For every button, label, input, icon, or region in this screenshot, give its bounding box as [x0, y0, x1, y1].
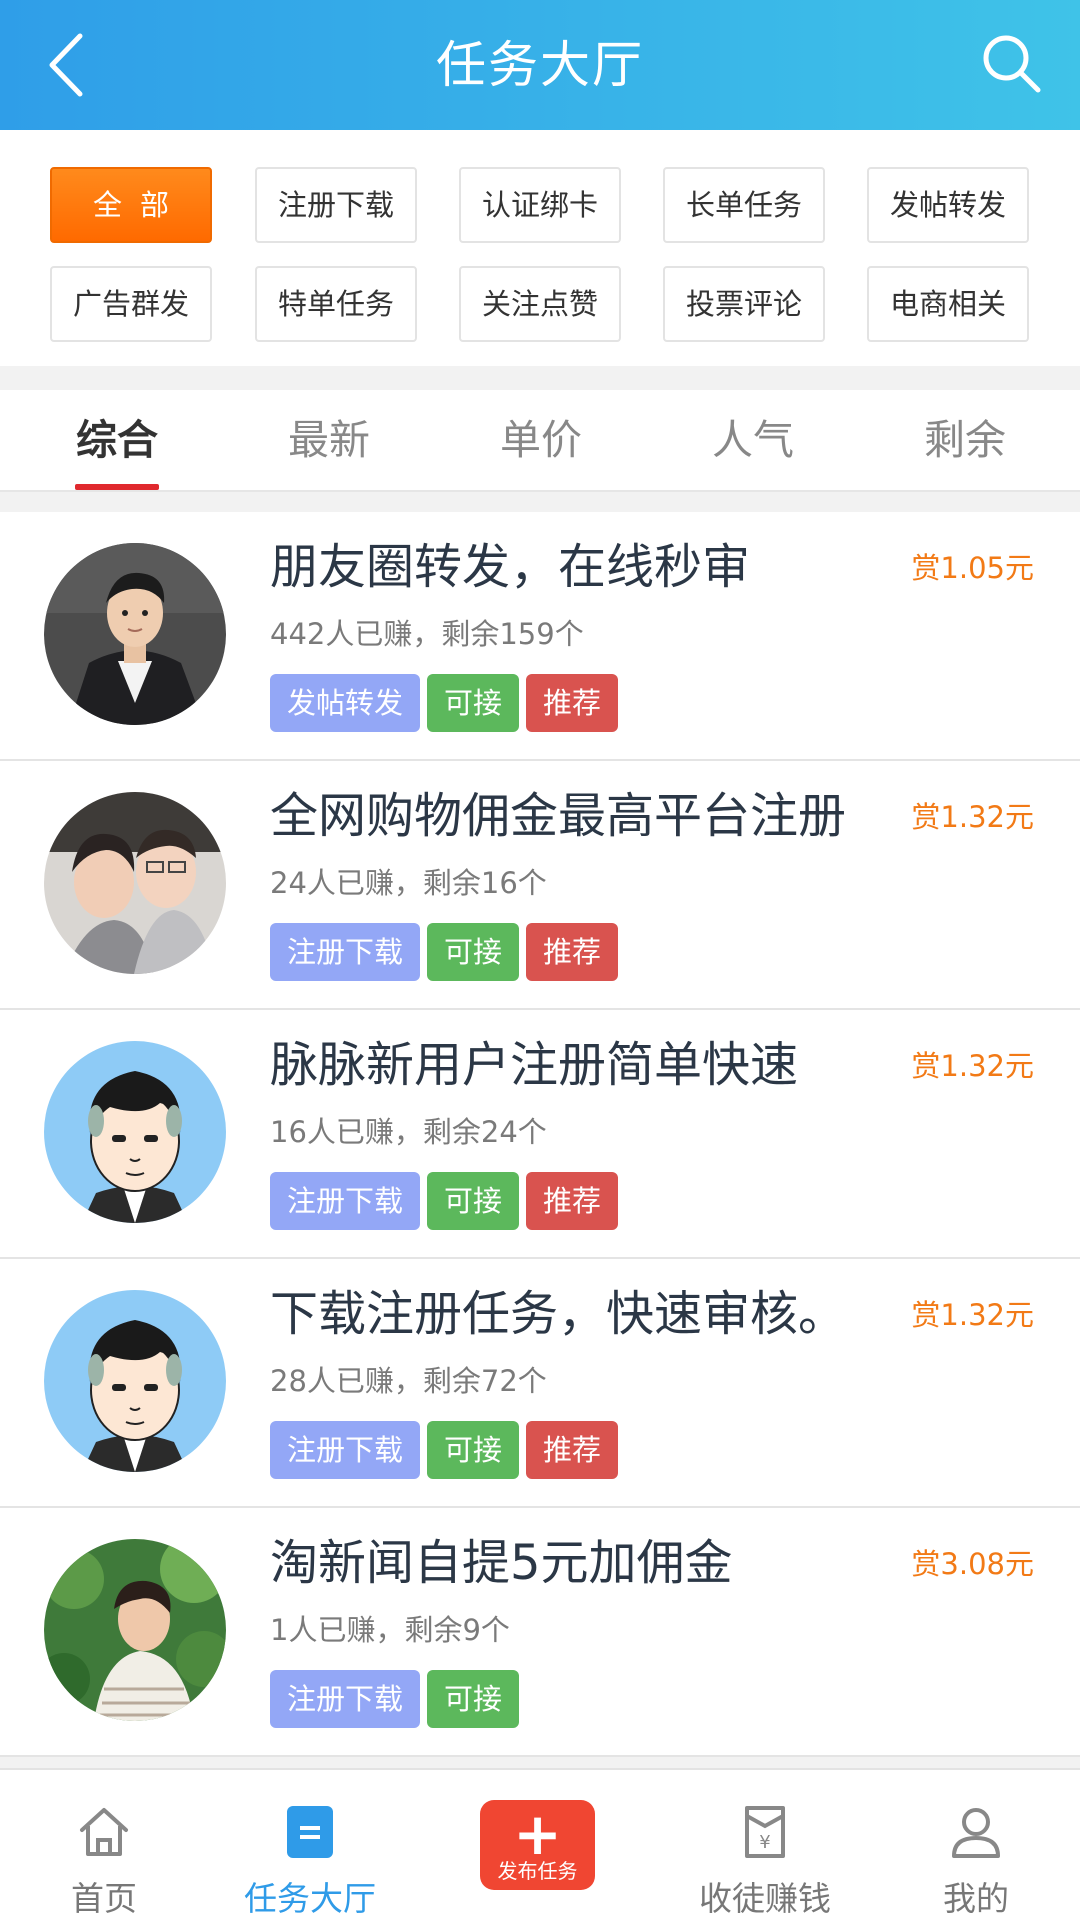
home-icon [80, 1808, 128, 1856]
task-tags: 发帖转发 可接 推荐 [270, 674, 625, 732]
task-tags: 注册下载 可接 推荐 [270, 1172, 625, 1230]
task-tags: 注册下载 可接 推荐 [270, 1421, 625, 1479]
nav-label: 收徒赚钱 [699, 1879, 831, 1918]
page-title: 任务大厅 [436, 36, 644, 94]
avatar [44, 1539, 226, 1721]
category-tag: 注册下载 [270, 1670, 421, 1728]
tab-popularity[interactable]: 人气 [688, 390, 818, 490]
available-tag: 可接 [427, 674, 520, 732]
task-stats: 16人已赚，剩余24个 [270, 1115, 547, 1149]
task-title: 朋友圈转发，在线秒审 [270, 539, 751, 595]
avatar [44, 1290, 226, 1472]
nav-label: 首页 [71, 1879, 137, 1918]
task-hall-icon [287, 1806, 333, 1858]
category-tag: 发帖转发 [270, 674, 421, 732]
task-hall-screen: 任务大厅 全部 注册下载 认证绑卡 长单任务 发帖转发 广告群发 特单任务 关注… [0, 0, 1080, 1920]
tab-unit-price[interactable]: 单价 [476, 390, 606, 490]
task-list: 朋友圈转发，在线秒审 442人已赚，剩余159个 赏1.05元 发帖转发 可接 推荐 [0, 512, 1080, 1757]
task-stats: 24人已赚，剩余16个 [270, 866, 547, 900]
available-tag: 可接 [427, 1670, 520, 1728]
active-tab-indicator [75, 484, 159, 490]
nav-label: 任务大厅 [244, 1879, 376, 1918]
category-ecommerce[interactable]: 电商相关 [867, 266, 1029, 342]
recommended-tag: 推荐 [526, 1172, 619, 1230]
category-tag: 注册下载 [270, 1172, 421, 1230]
publish-task-button[interactable]: + 发布任务 [480, 1800, 595, 1890]
plus-icon: + [513, 1800, 562, 1868]
man-in-suit-photo [44, 543, 226, 725]
available-tag: 可接 [427, 1172, 520, 1230]
recommended-tag: 推荐 [526, 1421, 619, 1479]
task-title: 全网购物佣金最高平台注册 [270, 788, 847, 844]
svg-text:¥: ¥ [759, 1832, 770, 1853]
search-icon [983, 35, 1041, 93]
search-button[interactable] [972, 24, 1052, 104]
category-post-forward[interactable]: 发帖转发 [867, 167, 1029, 243]
category-long-task[interactable]: 长单任务 [663, 167, 825, 243]
category-special-task[interactable]: 特单任务 [255, 266, 417, 342]
task-row[interactable]: 淘新闻自提5元加佣金 1人已赚，剩余9个 赏3.08元 注册下载 可接 [0, 1508, 1080, 1757]
tab-comprehensive[interactable]: 综合 [52, 390, 182, 490]
category-verify-bind-card[interactable]: 认证绑卡 [459, 167, 621, 243]
nav-label: 我的 [943, 1879, 1009, 1918]
category-follow-like[interactable]: 关注点赞 [459, 266, 621, 342]
couple-photo [44, 792, 226, 974]
available-tag: 可接 [427, 923, 520, 981]
category-tag: 注册下载 [270, 923, 421, 981]
task-title: 脉脉新用户注册简单快速 [270, 1037, 799, 1093]
user-icon [952, 1808, 1000, 1858]
avatar [44, 543, 226, 725]
category-all[interactable]: 全部 [50, 167, 212, 243]
publish-label: 发布任务 [497, 1859, 578, 1883]
task-stats: 442人已赚，剩余159个 [270, 617, 584, 651]
money-bag-icon: ¥ [745, 1806, 785, 1858]
category-tag: 注册下载 [270, 1421, 421, 1479]
nav-home[interactable]: 首页 [40, 1770, 168, 1920]
woman-in-garden-photo [44, 1539, 226, 1721]
task-reward: 赏1.32元 [911, 1298, 1034, 1332]
tab-latest[interactable]: 最新 [264, 390, 394, 490]
avatar [44, 792, 226, 974]
tab-remaining[interactable]: 剩余 [900, 390, 1030, 490]
task-title: 淘新闻自提5元加佣金 [270, 1535, 733, 1591]
task-tags: 注册下载 可接 推荐 [270, 923, 625, 981]
nav-task-hall[interactable]: 任务大厅 [240, 1770, 380, 1920]
recommended-tag: 推荐 [526, 923, 619, 981]
cartoon-man-avatar [44, 1290, 226, 1472]
category-register-download[interactable]: 注册下载 [255, 167, 417, 243]
task-row[interactable]: 全网购物佣金最高平台注册 24人已赚，剩余16个 赏1.32元 注册下载 可接 推荐 [0, 761, 1080, 1010]
task-reward: 赏1.05元 [911, 551, 1034, 585]
category-ad-broadcast[interactable]: 广告群发 [50, 266, 212, 342]
task-stats: 28人已赚，剩余72个 [270, 1364, 547, 1398]
task-title: 下载注册任务，快速审核。 [270, 1286, 847, 1342]
task-reward: 赏1.32元 [911, 1049, 1034, 1083]
avatar [44, 1041, 226, 1223]
recommended-tag: 推荐 [526, 674, 619, 732]
available-tag: 可接 [427, 1421, 520, 1479]
task-row[interactable]: 下载注册任务，快速审核。 28人已赚，剩余72个 赏1.32元 注册下载 可接 推荐 [0, 1259, 1080, 1508]
task-reward: 赏3.08元 [911, 1547, 1034, 1581]
task-stats: 1人已赚，剩余9个 [270, 1613, 510, 1647]
task-row[interactable]: 脉脉新用户注册简单快速 16人已赚，剩余24个 赏1.32元 注册下载 可接 推荐 [0, 1010, 1080, 1259]
task-row[interactable]: 朋友圈转发，在线秒审 442人已赚，剩余159个 赏1.05元 发帖转发 可接 推荐 [0, 512, 1080, 761]
header-bar: 任务大厅 [0, 0, 1080, 130]
nav-mine[interactable]: 我的 [912, 1770, 1040, 1920]
cartoon-man-avatar [44, 1041, 226, 1223]
category-vote-comment[interactable]: 投票评论 [663, 266, 825, 342]
category-filter: 全部 注册下载 认证绑卡 长单任务 发帖转发 广告群发 特单任务 关注点赞 投票… [0, 130, 1080, 366]
task-reward: 赏1.32元 [911, 800, 1034, 834]
task-tags: 注册下载 可接 [270, 1670, 526, 1728]
nav-recruit-earn[interactable]: ¥ 收徒赚钱 [690, 1770, 840, 1920]
sort-tabs: 综合 最新 单价 人气 剩余 [0, 390, 1080, 492]
